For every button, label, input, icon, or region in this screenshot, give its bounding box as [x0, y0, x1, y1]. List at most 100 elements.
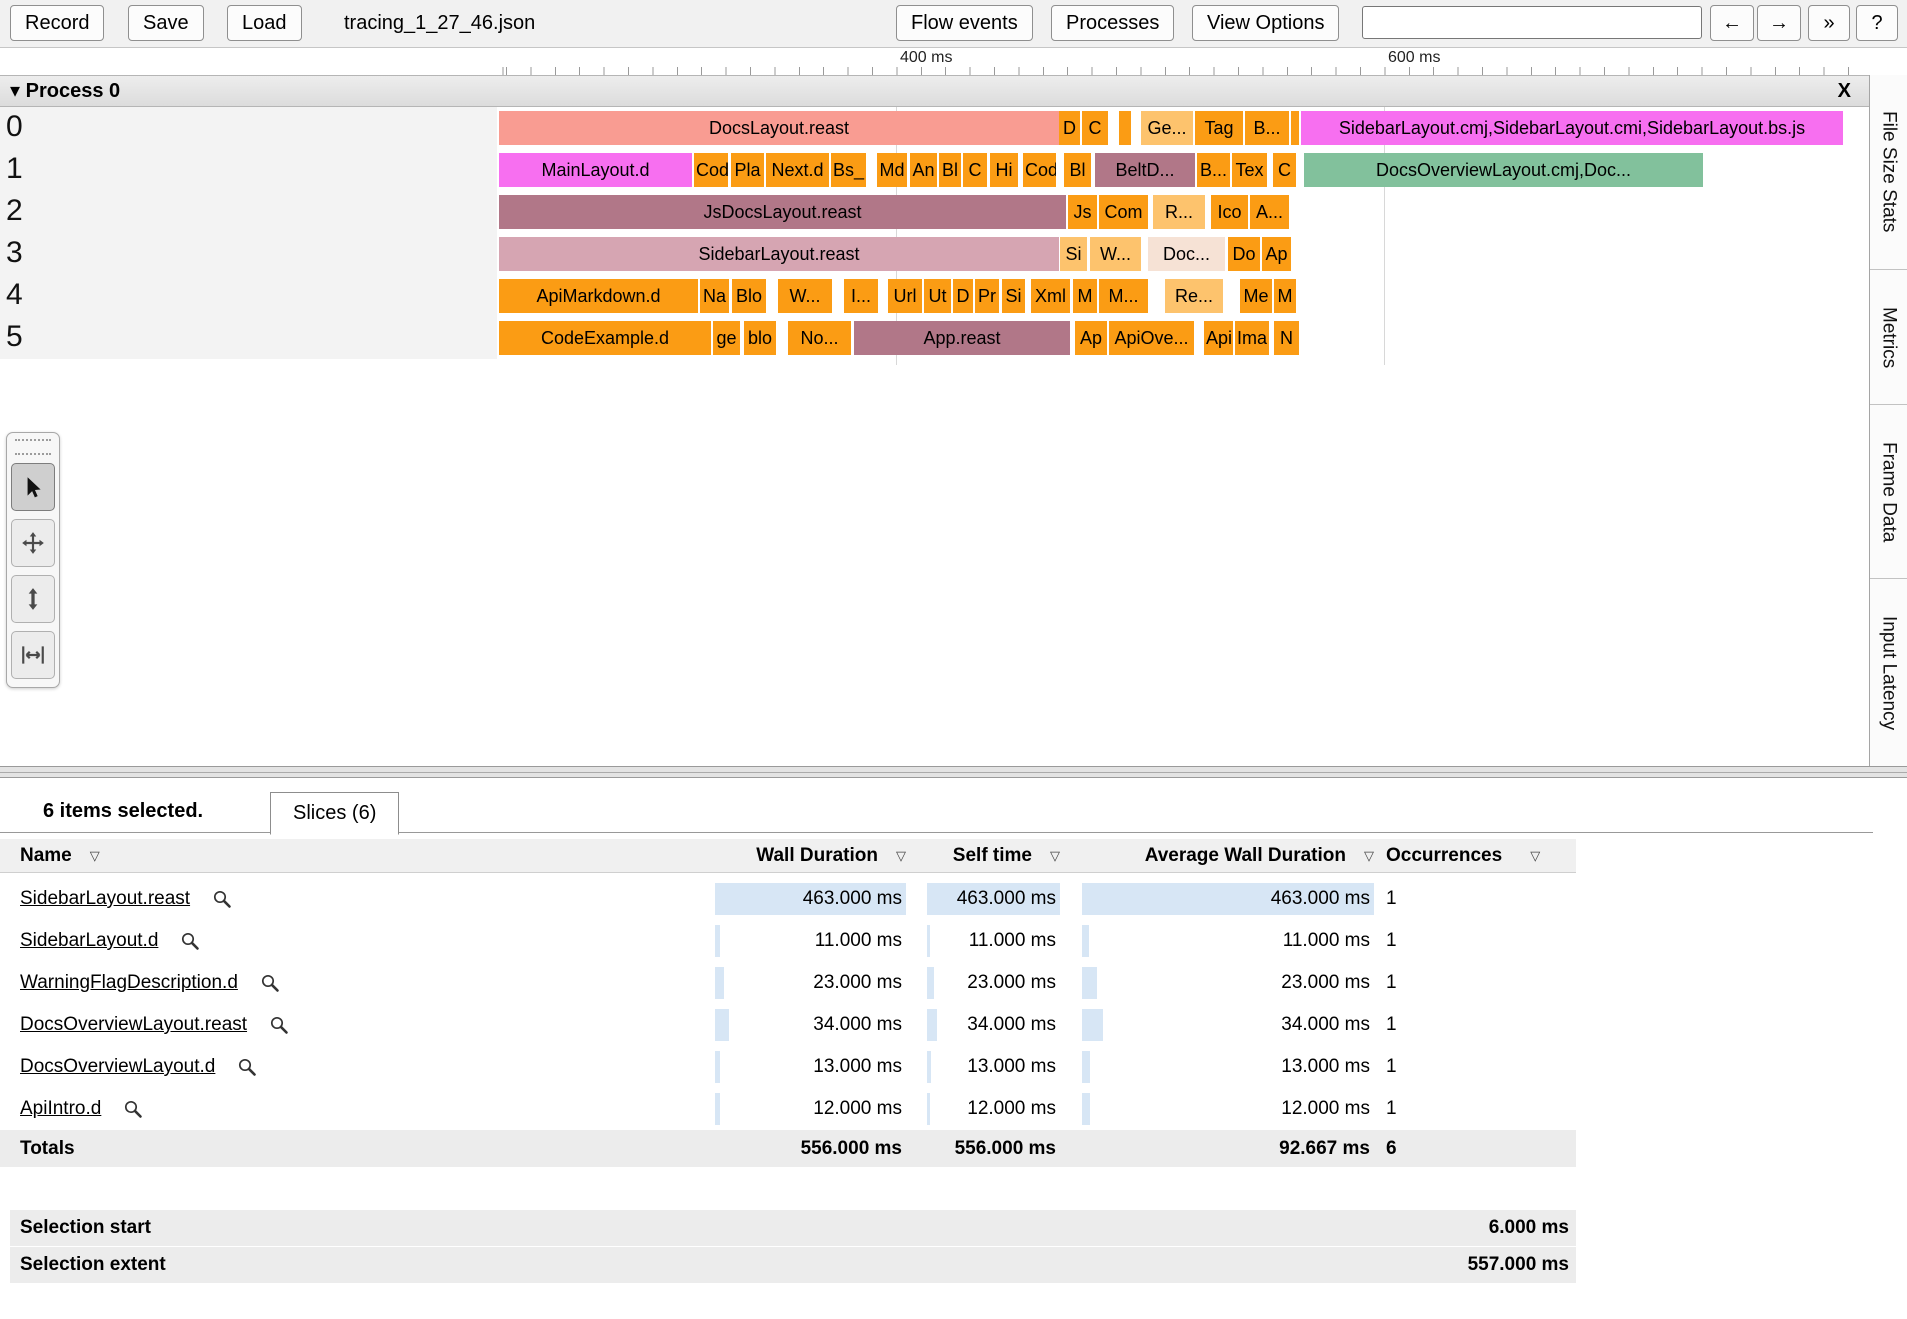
trace-slice[interactable]: D — [1059, 111, 1080, 145]
trace-slice[interactable]: MainLayout.d — [499, 153, 692, 187]
trace-slice[interactable]: Do — [1228, 237, 1260, 271]
trace-slice[interactable]: Ge... — [1141, 111, 1193, 145]
trace-slice[interactable]: C — [963, 153, 987, 187]
trace-slice[interactable]: Hi — [990, 153, 1018, 187]
close-process-button[interactable]: X — [1838, 76, 1851, 108]
trace-slice[interactable]: Bl — [1064, 153, 1091, 187]
trace-slice[interactable]: Ap — [1075, 321, 1107, 355]
slice-name-link[interactable]: ApiIntro.d — [20, 1098, 101, 1120]
nav-back-button[interactable]: ← — [1710, 5, 1754, 41]
flame-chart[interactable]: DocsLayout.reastDCGe...TagB...SidebarLay… — [0, 107, 1869, 359]
trace-slice[interactable]: Bl — [939, 153, 961, 187]
search-input[interactable] — [1362, 6, 1702, 39]
trace-slice[interactable]: Tag — [1195, 111, 1243, 145]
overflow-menu-button[interactable]: » — [1808, 5, 1850, 41]
trace-slice[interactable]: JsDocsLayout.reast — [499, 195, 1066, 229]
slice-name-link[interactable]: DocsOverviewLayout.reast — [20, 1014, 247, 1036]
trace-slice[interactable]: Bs_ — [831, 153, 866, 187]
magnifier-icon[interactable] — [180, 931, 200, 951]
trace-slice[interactable]: Doc... — [1148, 237, 1225, 271]
select-tool-button[interactable] — [11, 463, 55, 511]
trace-slice[interactable]: N — [1274, 321, 1299, 355]
trace-slice[interactable]: Ap — [1262, 237, 1291, 271]
trace-slice[interactable]: M... — [1099, 279, 1148, 313]
trace-slice[interactable]: B... — [1197, 153, 1230, 187]
trace-slice[interactable]: M — [1274, 279, 1296, 313]
trace-slice[interactable]: SidebarLayout.cmj,SidebarLayout.cmi,Side… — [1301, 111, 1843, 145]
trace-slice[interactable]: Api — [1204, 321, 1233, 355]
help-button[interactable]: ? — [1856, 5, 1898, 41]
trace-slice[interactable]: No... — [788, 321, 851, 355]
pan-tool-button[interactable] — [11, 519, 55, 567]
trace-slice[interactable] — [1291, 111, 1299, 145]
trace-slice[interactable]: Si — [1002, 279, 1025, 313]
trace-slice[interactable]: W... — [778, 279, 832, 313]
trace-slice[interactable]: blo — [744, 321, 776, 355]
trace-slice[interactable]: Cod — [1023, 153, 1056, 187]
slice-name-link[interactable]: DocsOverviewLayout.d — [20, 1056, 215, 1078]
side-tab-file-size-stats[interactable]: File Size Stats — [1870, 75, 1907, 270]
magnifier-icon[interactable] — [212, 889, 232, 909]
trace-slice[interactable]: ApiOve... — [1109, 321, 1194, 355]
trace-slice[interactable]: Url — [888, 279, 922, 313]
trace-slice[interactable] — [1119, 111, 1131, 145]
nav-forward-button[interactable]: → — [1757, 5, 1801, 41]
trace-slice[interactable]: Pla — [731, 153, 764, 187]
trace-slice[interactable]: BeltD... — [1095, 153, 1195, 187]
trace-slice[interactable]: CodeExample.d — [499, 321, 711, 355]
sort-icon[interactable]: ▽ — [1530, 848, 1540, 864]
trace-slice[interactable]: ge — [713, 321, 740, 355]
trace-slice[interactable]: B... — [1245, 111, 1289, 145]
side-tab-metrics[interactable]: Metrics — [1870, 270, 1907, 405]
processes-button[interactable]: Processes — [1051, 5, 1174, 41]
trace-slice[interactable]: Next.d — [766, 153, 829, 187]
sort-icon[interactable]: ▽ — [896, 848, 906, 864]
panel-splitter[interactable] — [0, 766, 1907, 778]
side-tab-input-latency[interactable]: Input Latency — [1870, 579, 1907, 766]
trace-slice[interactable]: D — [953, 279, 973, 313]
magnifier-icon[interactable] — [260, 973, 280, 993]
magnifier-icon[interactable] — [123, 1099, 143, 1119]
save-button[interactable]: Save — [128, 5, 204, 41]
zoom-tool-button[interactable] — [11, 575, 55, 623]
trace-slice[interactable]: Xml — [1031, 279, 1070, 313]
trace-slice[interactable]: Js — [1068, 195, 1097, 229]
tab-slices[interactable]: Slices (6) — [270, 792, 399, 835]
trace-slice[interactable]: Ico — [1211, 195, 1248, 229]
trace-slice[interactable]: Blo — [732, 279, 766, 313]
trace-slice[interactable]: Com — [1099, 195, 1148, 229]
magnifier-icon[interactable] — [269, 1015, 289, 1035]
trace-slice[interactable]: Cod — [694, 153, 728, 187]
slice-name-link[interactable]: SidebarLayout.reast — [20, 888, 190, 910]
trace-slice[interactable]: Na — [700, 279, 729, 313]
sort-icon[interactable]: ▽ — [90, 848, 100, 864]
trace-slice[interactable]: ApiMarkdown.d — [499, 279, 698, 313]
slice-name-link[interactable]: SidebarLayout.d — [20, 930, 158, 952]
trace-slice[interactable]: Ut — [924, 279, 951, 313]
sort-icon[interactable]: ▽ — [1364, 848, 1374, 864]
trace-slice[interactable]: W... — [1090, 237, 1141, 271]
magnifier-icon[interactable] — [237, 1057, 257, 1077]
trace-slice[interactable]: DocsLayout.reast — [499, 111, 1059, 145]
trace-slice[interactable]: Pr — [975, 279, 999, 313]
side-tab-frame-data[interactable]: Frame Data — [1870, 405, 1907, 579]
trace-slice[interactable]: Md — [877, 153, 907, 187]
palette-drag-handle[interactable] — [15, 439, 51, 455]
trace-slice[interactable]: Me — [1240, 279, 1272, 313]
trace-slice[interactable]: An — [910, 153, 937, 187]
flow-events-button[interactable]: Flow events — [896, 5, 1033, 41]
trace-slice[interactable]: A... — [1250, 195, 1289, 229]
load-button[interactable]: Load — [227, 5, 302, 41]
trace-slice[interactable]: M — [1073, 279, 1097, 313]
trace-slice[interactable]: Tex — [1232, 153, 1267, 187]
trace-slice[interactable]: DocsOverviewLayout.cmj,Doc... — [1304, 153, 1703, 187]
sort-icon[interactable]: ▽ — [1050, 848, 1060, 864]
trace-slice[interactable]: SidebarLayout.reast — [499, 237, 1059, 271]
collapse-arrow-icon[interactable]: ▾ — [10, 80, 20, 102]
trace-slice[interactable]: R... — [1153, 195, 1205, 229]
timing-tool-button[interactable] — [11, 631, 55, 679]
trace-slice[interactable]: Ima — [1235, 321, 1269, 355]
timeline-ruler[interactable]: 400 ms600 ms — [0, 47, 1907, 75]
record-button[interactable]: Record — [10, 5, 104, 41]
slice-name-link[interactable]: WarningFlagDescription.d — [20, 972, 238, 994]
